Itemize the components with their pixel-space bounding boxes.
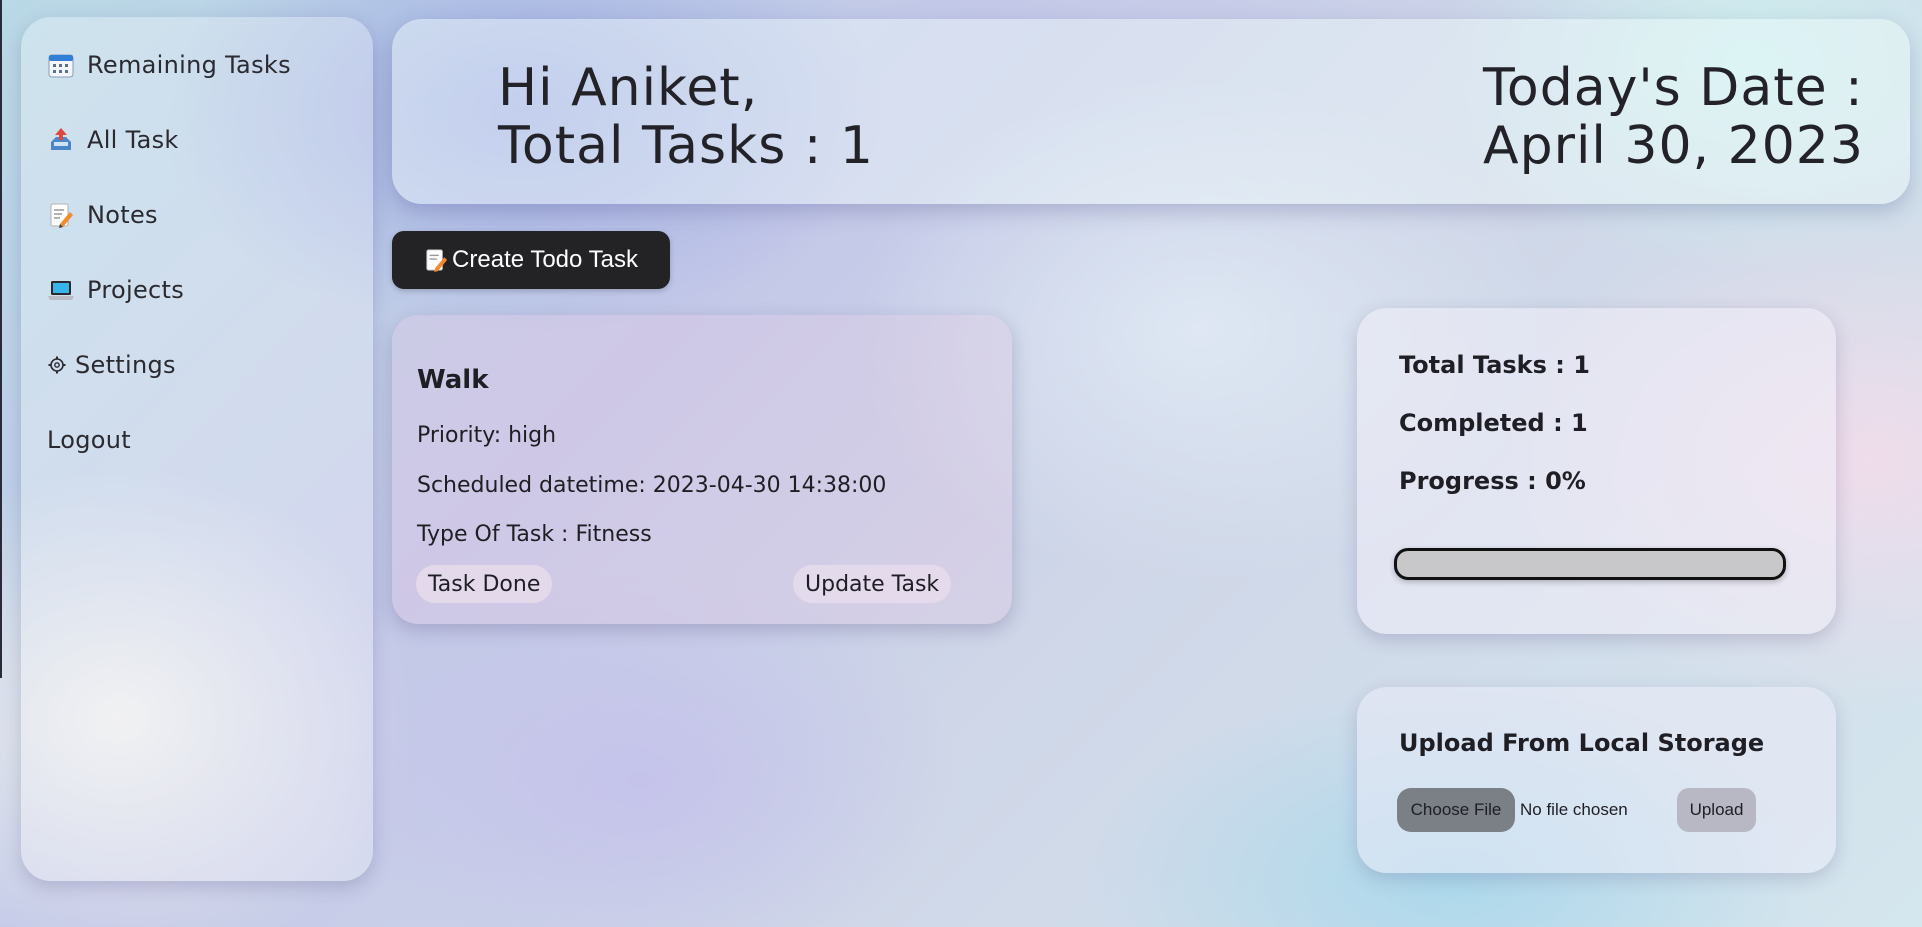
update-task-button[interactable]: Update Task: [793, 565, 952, 603]
sidebar-item-label: Logout: [47, 426, 131, 454]
window-edge: [0, 0, 2, 678]
stats-completed: Completed : 1: [1399, 409, 1588, 437]
sidebar-item-label: Settings: [75, 351, 176, 379]
greeting-block: Hi Aniket, Total Tasks : 1: [498, 59, 874, 175]
inbox-tray-icon: [47, 126, 75, 154]
task-priority: Priority: high: [417, 423, 557, 448]
calendar-icon: [47, 51, 75, 79]
task-title: Walk: [417, 365, 489, 395]
memo-icon: [47, 201, 75, 229]
progress-bar: [1394, 548, 1786, 580]
memo-icon: [424, 248, 448, 272]
welcome-header: Hi Aniket, Total Tasks : 1 Today's Date …: [392, 19, 1910, 204]
greeting-text: Hi Aniket,: [498, 58, 759, 118]
gear-icon: [47, 351, 67, 379]
sidebar-item-settings[interactable]: Settings: [47, 351, 176, 379]
sidebar: Remaining Tasks All Task Notes Projects …: [21, 17, 373, 881]
sidebar-item-logout[interactable]: Logout: [47, 426, 131, 454]
date-label: Today's Date :: [1483, 58, 1864, 118]
stats-card: Total Tasks : 1 Completed : 1 Progress :…: [1357, 308, 1836, 634]
sidebar-item-label: Notes: [87, 201, 158, 229]
date-value: April 30, 2023: [1483, 116, 1864, 176]
choose-file-button[interactable]: Choose File: [1397, 788, 1515, 832]
stats-total: Total Tasks : 1: [1399, 351, 1590, 379]
task-scheduled: Scheduled datetime: 2023-04-30 14:38:00: [417, 473, 887, 498]
sidebar-item-label: Remaining Tasks: [87, 51, 291, 79]
task-card: Walk Priority: high Scheduled datetime: …: [392, 315, 1012, 624]
sidebar-item-all-task[interactable]: All Task: [47, 126, 179, 154]
create-todo-label: Create Todo Task: [452, 246, 638, 273]
sidebar-item-remaining-tasks[interactable]: Remaining Tasks: [47, 51, 291, 79]
upload-card: Upload From Local Storage Choose File No…: [1357, 687, 1836, 873]
task-done-button[interactable]: Task Done: [416, 565, 553, 603]
file-status: No file chosen: [1520, 800, 1628, 819]
sidebar-item-notes[interactable]: Notes: [47, 201, 158, 229]
stats-progress: Progress : 0%: [1399, 467, 1586, 495]
task-type: Type Of Task : Fitness: [417, 522, 652, 547]
create-todo-button[interactable]: Create Todo Task: [392, 231, 670, 289]
header-total-tasks: Total Tasks : 1: [498, 116, 874, 176]
upload-title: Upload From Local Storage: [1399, 729, 1765, 757]
upload-button[interactable]: Upload: [1677, 788, 1756, 832]
laptop-icon: [47, 276, 75, 304]
sidebar-item-projects[interactable]: Projects: [47, 276, 184, 304]
date-block: Today's Date : April 30, 2023: [1483, 59, 1864, 175]
sidebar-item-label: Projects: [87, 276, 185, 304]
sidebar-item-label: All Task: [87, 126, 179, 154]
